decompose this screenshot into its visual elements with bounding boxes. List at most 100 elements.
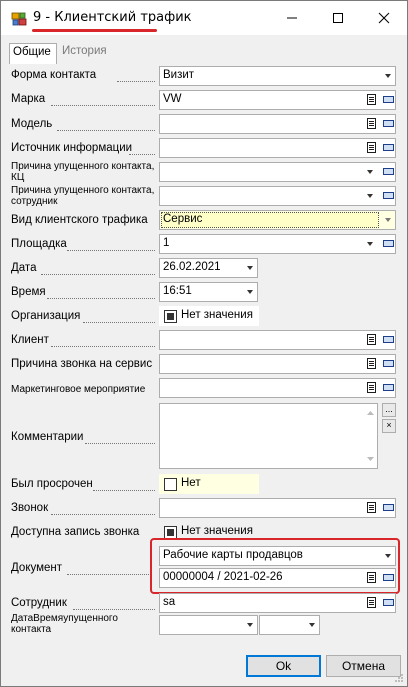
label-time: Время bbox=[11, 286, 46, 298]
maximize-button[interactable] bbox=[315, 1, 361, 35]
clear-icon[interactable] bbox=[383, 336, 394, 343]
chevron-down-icon bbox=[309, 623, 315, 627]
missed-reason-cc-select[interactable] bbox=[159, 162, 396, 182]
employee-field[interactable]: sa bbox=[159, 593, 396, 613]
tab-general[interactable]: Общие bbox=[9, 43, 57, 64]
clear-icon[interactable] bbox=[383, 192, 394, 199]
organization-checkbox[interactable] bbox=[164, 310, 177, 323]
organization-checkbox-field[interactable]: Нет значения bbox=[159, 306, 259, 326]
organization-value: Нет значения bbox=[181, 309, 253, 321]
lookup-icon[interactable] bbox=[367, 382, 376, 393]
label-missed-datetime: ДатаВремяупущенного контакта bbox=[11, 613, 118, 635]
client-field[interactable] bbox=[159, 330, 396, 350]
label-traffic-type: Вид клиентского трафика bbox=[11, 214, 148, 226]
traffic-type-select[interactable]: Сервис bbox=[159, 210, 396, 230]
lookup-icon[interactable] bbox=[367, 358, 376, 369]
chevron-down-icon bbox=[367, 170, 373, 174]
traffic-type-value: Сервис bbox=[163, 213, 203, 225]
minimize-button[interactable] bbox=[269, 1, 315, 35]
chevron-down-icon bbox=[247, 623, 253, 627]
comments-textarea[interactable] bbox=[159, 403, 378, 469]
label-call-recording: Доступна запись звонка bbox=[11, 526, 140, 538]
label-marketing-event: Маркетинговое мероприятие bbox=[11, 384, 146, 395]
scroll-up-icon[interactable] bbox=[364, 406, 377, 420]
scroll-down-icon[interactable] bbox=[364, 452, 377, 466]
leader-dots bbox=[41, 274, 155, 275]
lookup-icon[interactable] bbox=[367, 597, 376, 608]
missed-date-picker[interactable] bbox=[159, 615, 258, 635]
missed-time-picker[interactable] bbox=[259, 615, 320, 635]
time-picker[interactable]: 16:51 bbox=[159, 282, 258, 302]
chevron-down-icon bbox=[367, 194, 373, 198]
site-select[interactable]: 1 bbox=[159, 234, 396, 254]
label-comments: Комментарии bbox=[11, 431, 84, 443]
clear-icon[interactable] bbox=[383, 240, 394, 247]
clear-icon[interactable] bbox=[383, 144, 394, 151]
contact-form-select[interactable]: Визит bbox=[159, 66, 396, 86]
close-button[interactable] bbox=[361, 1, 407, 35]
ok-button[interactable]: Ok bbox=[246, 655, 321, 677]
leader-dots bbox=[129, 154, 155, 155]
service-call-reason-field[interactable] bbox=[159, 354, 396, 374]
label-employee: Сотрудник bbox=[11, 597, 67, 609]
label-missed-reason-cc: Причина упущенного контакта, КЦ bbox=[11, 161, 155, 183]
leader-dots bbox=[67, 250, 155, 251]
lookup-icon[interactable] bbox=[367, 118, 376, 129]
model-field[interactable] bbox=[159, 114, 396, 134]
info-source-field[interactable] bbox=[159, 138, 396, 158]
leader-dots bbox=[83, 322, 155, 323]
label-call: Звонок bbox=[11, 502, 49, 514]
brand-field[interactable]: VW bbox=[159, 90, 396, 110]
clear-icon[interactable] bbox=[383, 384, 394, 391]
label-organization: Организация bbox=[11, 310, 81, 322]
dialog-window: 9 - Клиентский трафик Общие История Форм… bbox=[0, 0, 408, 687]
brand-value: VW bbox=[163, 93, 182, 105]
lookup-icon[interactable] bbox=[367, 502, 376, 513]
clear-icon[interactable] bbox=[383, 599, 394, 606]
employee-value: sa bbox=[163, 596, 176, 608]
leader-dots bbox=[51, 514, 155, 515]
label-client: Клиент bbox=[11, 334, 49, 346]
leader-dots bbox=[93, 490, 155, 491]
cancel-button[interactable]: Отмена bbox=[326, 655, 401, 677]
comments-more-button[interactable]: ... bbox=[382, 403, 396, 417]
overdue-checkbox[interactable] bbox=[164, 478, 177, 491]
label-document: Документ bbox=[11, 562, 63, 574]
tab-history[interactable]: История bbox=[59, 43, 110, 62]
leader-dots bbox=[47, 298, 155, 299]
maximize-icon bbox=[333, 13, 343, 23]
date-picker[interactable]: 26.02.2021 bbox=[159, 258, 258, 278]
label-contact-form: Форма контакта bbox=[11, 69, 97, 81]
date-value: 26.02.2021 bbox=[163, 261, 221, 273]
marketing-event-field[interactable] bbox=[159, 378, 396, 398]
lookup-icon[interactable] bbox=[367, 142, 376, 153]
comments-clear-button[interactable]: × bbox=[382, 419, 396, 433]
leader-dots bbox=[51, 105, 155, 106]
call-field[interactable] bbox=[159, 498, 396, 518]
leader-dots bbox=[117, 81, 155, 82]
chevron-down-icon bbox=[367, 242, 373, 246]
label-site: Площадка bbox=[11, 238, 67, 250]
overdue-checkbox-field[interactable]: Нет bbox=[159, 474, 259, 494]
missed-reason-emp-select[interactable] bbox=[159, 186, 396, 206]
chevron-down-icon bbox=[385, 74, 391, 78]
chevron-down-icon bbox=[247, 290, 253, 294]
label-brand: Марка bbox=[11, 93, 46, 105]
clear-icon[interactable] bbox=[383, 504, 394, 511]
lookup-icon[interactable] bbox=[367, 94, 376, 105]
leader-dots bbox=[51, 346, 155, 347]
clear-icon[interactable] bbox=[383, 168, 394, 175]
clear-icon[interactable] bbox=[383, 96, 394, 103]
time-value: 16:51 bbox=[163, 285, 192, 297]
lookup-icon[interactable] bbox=[367, 334, 376, 345]
clear-icon[interactable] bbox=[383, 120, 394, 127]
contact-form-value: Визит bbox=[163, 69, 195, 81]
leader-dots bbox=[57, 130, 155, 131]
label-date: Дата bbox=[11, 262, 37, 274]
overdue-value: Нет bbox=[181, 477, 201, 489]
call-recording-value: Нет значения bbox=[181, 525, 253, 537]
chevron-down-icon bbox=[385, 218, 391, 222]
window-title: 9 - Клиентский трафик bbox=[33, 10, 192, 25]
resize-grip-icon[interactable] bbox=[394, 673, 404, 683]
clear-icon[interactable] bbox=[383, 360, 394, 367]
